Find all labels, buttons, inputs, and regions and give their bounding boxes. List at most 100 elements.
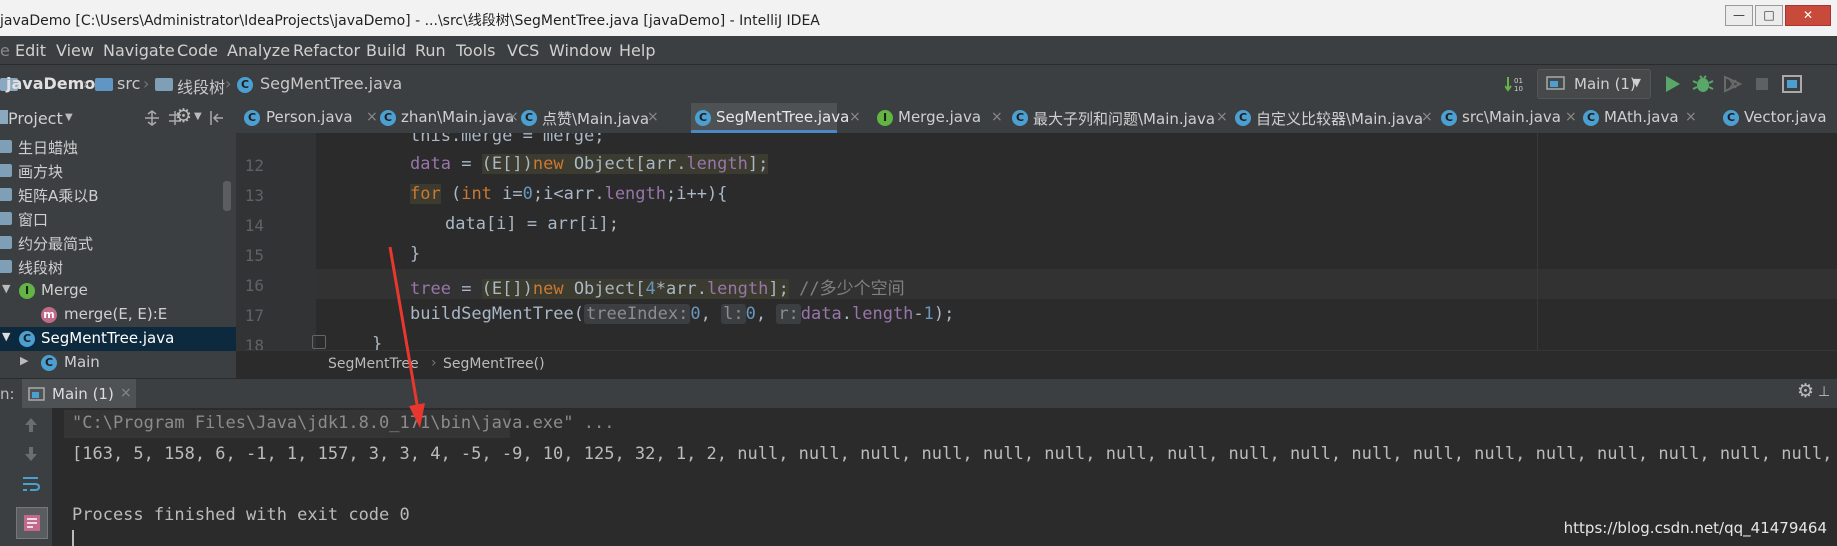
hide-panel-icon[interactable]: ⊥ — [1818, 384, 1830, 400]
soft-wrap-icon[interactable] — [21, 475, 41, 493]
down-arrow-icon[interactable] — [22, 445, 40, 463]
tree-item-selected[interactable]: ▼ C SegMentTree.java — [0, 327, 236, 351]
close-window-button[interactable]: ✕ — [1785, 5, 1831, 26]
menu-analyze[interactable]: Analyze — [227, 41, 290, 60]
close-tab-icon[interactable]: × — [849, 109, 861, 125]
menu-navigate[interactable]: Navigate — [103, 41, 175, 60]
close-tab-icon[interactable]: × — [120, 385, 132, 401]
code-line-12: data = (E[])new Object[arr.length]; — [410, 154, 769, 174]
menu-bar: e Edit View Navigate Code Analyze Refact… — [0, 36, 1837, 65]
code-line-18: } — [372, 334, 383, 350]
method-icon: m — [41, 307, 57, 323]
scroll-to-end-button[interactable] — [16, 507, 48, 539]
run-tab[interactable]: Main (1) × — [22, 379, 136, 409]
param-hint: l: — [721, 304, 746, 324]
menu-help[interactable]: Help — [619, 41, 655, 60]
editor-gutter: 12 13 14 15 16 17 18 — [236, 133, 316, 350]
close-tab-icon[interactable]: × — [366, 109, 378, 125]
gear-icon[interactable]: ⚙ — [175, 105, 192, 127]
close-tab-icon[interactable]: × — [1216, 109, 1228, 125]
hide-panel-icon[interactable] — [208, 109, 226, 127]
crumb-method[interactable]: SegMentTree() — [443, 356, 545, 372]
close-tab-icon[interactable]: × — [647, 109, 659, 125]
project-panel-title[interactable]: Project — [8, 109, 63, 128]
menu-tools[interactable]: Tools — [456, 41, 495, 60]
menu-window[interactable]: Window — [549, 41, 612, 60]
maximize-button[interactable]: □ — [1755, 5, 1783, 26]
code-line-17: buildSegMentTree(treeIndex: 0, l: 0, r: dat… — [410, 304, 955, 324]
close-tab-icon[interactable]: × — [1421, 109, 1433, 125]
chevron-down-icon: ▼ — [1632, 76, 1641, 89]
expand-arrow-icon[interactable]: ▶ — [20, 354, 28, 367]
build-sort-icon[interactable]: 0110 — [1505, 75, 1527, 93]
run-config-icon — [1546, 76, 1565, 90]
folder-icon — [0, 236, 12, 249]
console-command: "C:\Program Files\Java\jdk1.8.0_171\bin\… — [72, 413, 615, 433]
tab-segmenttree[interactable]: C SegMentTree.java — [691, 103, 849, 133]
src-folder-icon — [95, 74, 113, 93]
chevron-down-icon[interactable]: ▼ — [65, 112, 73, 123]
class-icon: C — [237, 74, 253, 93]
stop-icon[interactable] — [1754, 76, 1770, 92]
class-icon: C — [1235, 110, 1251, 126]
watermark: https://blog.csdn.net/qq_41479464 — [1563, 519, 1827, 537]
line-number: 13 — [244, 186, 264, 205]
tree-item[interactable]: 矩阵A乘以B — [0, 183, 236, 207]
breadcrumb-src[interactable]: src — [117, 74, 140, 93]
run-icon[interactable] — [1662, 74, 1682, 94]
minimize-button[interactable]: — — [1725, 5, 1753, 26]
scroll-from-source-icon[interactable] — [143, 110, 161, 126]
menu-refactor[interactable]: Refactor — [293, 41, 360, 60]
editor-breadcrumbs: SegMentTree › SegMentTree() — [236, 350, 1837, 379]
class-icon: C — [1583, 110, 1599, 126]
breadcrumb-file[interactable]: SegMentTree.java — [260, 74, 402, 93]
expand-arrow-icon[interactable]: ▼ — [2, 282, 10, 295]
run-configuration-select[interactable]: Main (1) ▼ — [1537, 69, 1651, 99]
text-cursor — [72, 530, 74, 546]
console-output[interactable]: "C:\Program Files\Java\jdk1.8.0_171\bin\… — [52, 408, 1837, 546]
close-tab-icon[interactable]: × — [1565, 109, 1577, 125]
folder-icon — [0, 260, 12, 273]
up-arrow-icon[interactable] — [22, 416, 40, 434]
line-number: 18 — [244, 336, 264, 350]
tree-item[interactable]: 线段树 — [0, 255, 236, 279]
menu-build[interactable]: Build — [366, 41, 406, 60]
close-tab-icon[interactable]: × — [1685, 109, 1697, 125]
menu-edge: e — [0, 41, 10, 60]
menu-edit[interactable]: Edit — [15, 41, 46, 60]
svg-text:01: 01 — [1514, 77, 1523, 85]
breadcrumb-separator: › — [383, 74, 390, 93]
chevron-down-icon[interactable]: ▼ — [194, 111, 202, 122]
code-line-16: tree = (E[])new Object[4*arr.length]; //… — [410, 279, 905, 299]
gear-icon[interactable]: ⚙ — [1797, 380, 1814, 402]
run-panel-header: n: Main (1) × ⚙ ⊥ — [0, 378, 1837, 410]
close-tab-icon[interactable]: × — [991, 109, 1003, 125]
tree-item[interactable]: ▶ C Main — [0, 351, 236, 375]
folder-icon — [0, 188, 12, 201]
code-editor[interactable]: 12 13 14 15 16 17 18 this.merge = merge;… — [236, 133, 1837, 350]
close-tab-icon[interactable]: × — [507, 109, 519, 125]
expand-arrow-icon[interactable]: ▼ — [2, 330, 10, 343]
tree-item[interactable]: m merge(E, E):E — [0, 303, 236, 327]
line-number: 14 — [244, 216, 264, 235]
tree-item[interactable]: 生日蜡烛 — [0, 135, 236, 159]
project-icon — [0, 110, 8, 124]
line-number: 15 — [244, 246, 264, 265]
crumb-class[interactable]: SegMentTree — [328, 356, 419, 372]
menu-vcs[interactable]: VCS — [507, 41, 539, 60]
folder-icon — [0, 212, 12, 225]
tree-scrollbar[interactable] — [223, 181, 231, 211]
tree-item[interactable]: ▼ I Merge — [0, 279, 236, 303]
menu-run[interactable]: Run — [415, 41, 446, 60]
project-structure-icon[interactable] — [1781, 73, 1805, 95]
tree-item[interactable]: 约分最简式 — [0, 231, 236, 255]
fold-marker-icon[interactable] — [312, 335, 326, 349]
tree-item[interactable]: 画方块 — [0, 159, 236, 183]
debug-icon[interactable] — [1691, 73, 1715, 95]
menu-view[interactable]: View — [56, 41, 94, 60]
breadcrumb-package[interactable]: 线段树 — [177, 74, 225, 98]
tree-item[interactable]: 窗口 — [0, 207, 236, 231]
menu-code[interactable]: Code — [177, 41, 218, 60]
run-with-coverage-icon[interactable] — [1722, 74, 1744, 94]
line-number: 12 — [244, 156, 264, 175]
